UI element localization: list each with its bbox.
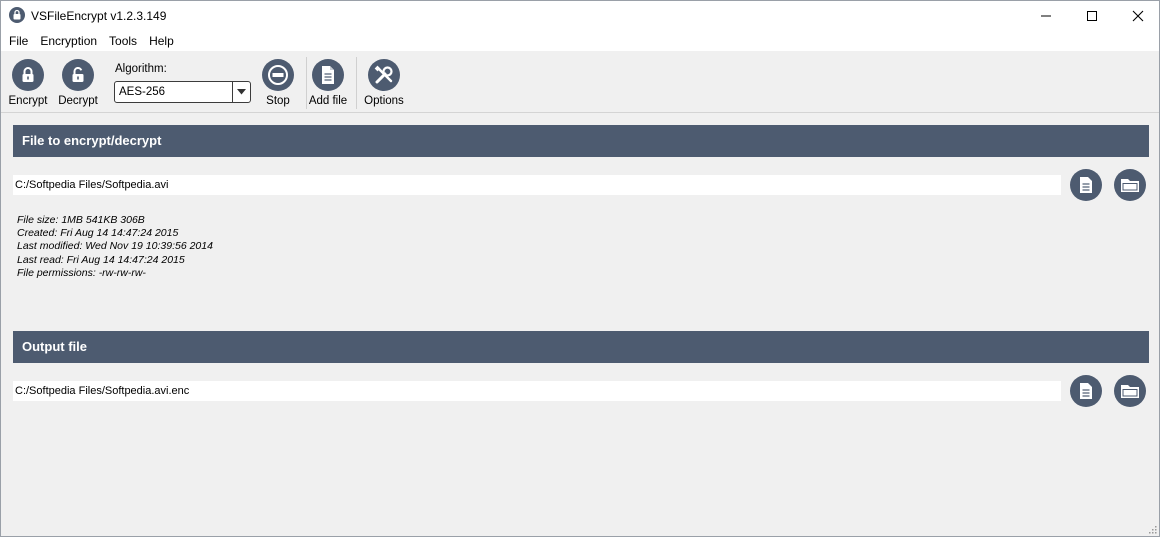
browse-output-file-button[interactable] xyxy=(1070,375,1102,407)
file-info: File size: 1MB 541KB 306B Created: Fri A… xyxy=(17,214,213,280)
menu-file[interactable]: File xyxy=(3,31,34,51)
minimize-button[interactable] xyxy=(1023,1,1069,31)
file-created: Created: Fri Aug 14 14:47:24 2015 xyxy=(17,227,179,240)
file-permissions: File permissions: -rw-rw-rw- xyxy=(17,266,146,279)
close-icon xyxy=(1132,10,1144,22)
folder-icon xyxy=(1121,385,1139,398)
toolbar-separator xyxy=(356,57,357,109)
encrypt-button[interactable]: Encrypt xyxy=(3,59,53,111)
close-button[interactable] xyxy=(1115,1,1159,31)
input-section-header: File to encrypt/decrypt xyxy=(13,125,1149,157)
window-title: VSFileEncrypt v1.2.3.149 xyxy=(31,9,167,23)
chevron-down-icon[interactable] xyxy=(232,82,250,102)
menu-help[interactable]: Help xyxy=(143,31,180,51)
browse-input-folder-button[interactable] xyxy=(1114,169,1146,201)
maximize-icon xyxy=(1087,11,1097,21)
folder-icon xyxy=(1121,179,1139,192)
add-file-label: Add file xyxy=(308,95,348,107)
app-lock-icon xyxy=(9,7,25,23)
maximize-button[interactable] xyxy=(1069,1,1115,31)
document-icon xyxy=(1080,383,1092,399)
lock-open-icon xyxy=(62,59,94,91)
menu-tools[interactable]: Tools xyxy=(103,31,143,51)
menu-bar: File Encryption Tools Help xyxy=(1,31,1159,51)
stop-label: Stop xyxy=(266,95,290,107)
file-modified: Last modified: Wed Nov 19 10:39:56 2014 xyxy=(17,240,213,253)
document-icon xyxy=(312,59,344,91)
output-path-field[interactable]: C:/Softpedia Files/Softpedia.avi.enc xyxy=(13,381,1061,401)
algorithm-select[interactable]: AES-256 xyxy=(114,81,251,103)
decrypt-button[interactable]: Decrypt xyxy=(53,59,103,111)
algorithm-value: AES-256 xyxy=(119,86,166,98)
toolbar: Encrypt Decrypt Algorithm: AES-256 Stop … xyxy=(1,51,1159,113)
stop-icon xyxy=(262,59,294,91)
algorithm-label: Algorithm: xyxy=(115,63,167,75)
options-button[interactable]: Options xyxy=(359,59,409,111)
document-icon xyxy=(1080,177,1092,193)
browse-output-folder-button[interactable] xyxy=(1114,375,1146,407)
lock-closed-icon xyxy=(12,59,44,91)
input-path-field[interactable]: C:/Softpedia Files/Softpedia.avi xyxy=(13,175,1061,195)
decrypt-label: Decrypt xyxy=(58,95,98,107)
output-section-header: Output file xyxy=(13,331,1149,363)
resize-grip-icon[interactable] xyxy=(1147,524,1157,534)
options-label: Options xyxy=(364,95,404,107)
minimize-icon xyxy=(1041,15,1051,17)
app-window: VSFileEncrypt v1.2.3.149 File Encryption… xyxy=(0,0,1160,537)
encrypt-label: Encrypt xyxy=(8,95,48,107)
stop-button[interactable]: Stop xyxy=(253,59,303,111)
file-last-read: Last read: Fri Aug 14 14:47:24 2015 xyxy=(17,253,185,266)
file-size: File size: 1MB 541KB 306B xyxy=(17,214,145,226)
tools-icon xyxy=(368,59,400,91)
menu-encryption[interactable]: Encryption xyxy=(34,31,103,51)
add-file-button[interactable]: Add file xyxy=(303,59,353,111)
browse-input-file-button[interactable] xyxy=(1070,169,1102,201)
title-bar: VSFileEncrypt v1.2.3.149 xyxy=(1,1,1159,31)
